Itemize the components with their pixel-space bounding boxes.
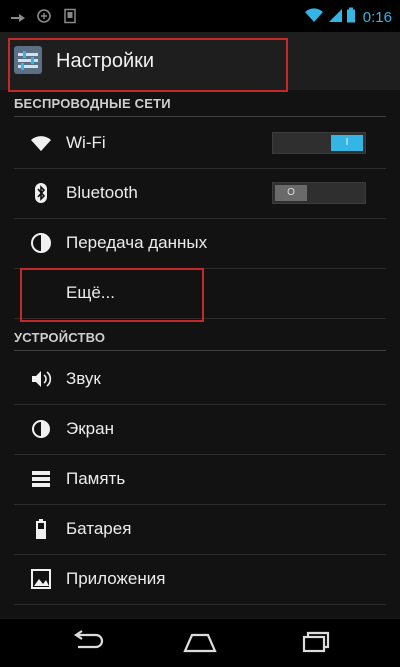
storage-label: Память xyxy=(66,469,126,488)
settings-item-storage[interactable]: Память xyxy=(14,454,386,505)
cell-signal-icon xyxy=(327,7,343,28)
battery-settings-icon xyxy=(30,518,52,540)
battery-label: Батарея xyxy=(66,519,132,538)
settings-item-more[interactable]: Ещё... xyxy=(14,268,386,319)
bluetooth-toggle[interactable]: O xyxy=(272,182,366,204)
settings-app-icon[interactable] xyxy=(12,44,44,76)
bluetooth-icon xyxy=(30,182,52,204)
home-icon[interactable] xyxy=(175,627,225,659)
speaker-icon xyxy=(30,368,52,390)
data-usage-icon xyxy=(30,232,52,254)
clock: 0:16 xyxy=(362,9,392,26)
more-label: Ещё... xyxy=(66,283,115,302)
settings-screen: 0:16 Настройки БЕСПРОВОДНЫЕ СЕТИ Wi-Fi I… xyxy=(0,0,400,667)
back-icon[interactable] xyxy=(62,627,112,659)
settings-item-wifi[interactable]: Wi-Fi I xyxy=(14,118,386,169)
notification-icon xyxy=(10,8,26,24)
brightness-icon xyxy=(30,418,52,440)
battery-icon xyxy=(346,7,356,28)
storage-icon xyxy=(30,468,52,490)
wifi-icon xyxy=(30,132,52,154)
action-bar: Настройки xyxy=(0,32,400,90)
wifi-signal-icon xyxy=(304,7,324,28)
sound-label: Звук xyxy=(66,369,101,388)
android-debug-icon xyxy=(36,8,52,24)
wifi-label: Wi-Fi xyxy=(66,133,106,152)
wifi-toggle[interactable]: I xyxy=(272,132,366,154)
settings-item-sound[interactable]: Звук xyxy=(14,354,386,405)
data-usage-label: Передача данных xyxy=(66,233,208,252)
settings-item-data-usage[interactable]: Передача данных xyxy=(14,218,386,269)
section-header-device: УСТРОЙСТВО xyxy=(14,326,386,351)
screenshot-icon xyxy=(62,8,78,24)
settings-item-battery[interactable]: Батарея xyxy=(14,504,386,555)
settings-item-apps[interactable]: Приложения xyxy=(14,554,386,605)
apps-icon xyxy=(30,568,52,590)
section-header-wireless: БЕСПРОВОДНЫЕ СЕТИ xyxy=(14,92,386,117)
recent-apps-icon[interactable] xyxy=(290,627,340,659)
settings-item-display[interactable]: Экран xyxy=(14,404,386,455)
bluetooth-toggle-knob: O xyxy=(275,185,307,201)
status-bar: 0:16 xyxy=(0,0,400,32)
bluetooth-label: Bluetooth xyxy=(66,183,138,202)
apps-label: Приложения xyxy=(66,569,166,588)
settings-item-bluetooth[interactable]: Bluetooth O xyxy=(14,168,386,219)
display-label: Экран xyxy=(66,419,114,438)
navigation-bar xyxy=(0,618,400,667)
wifi-toggle-knob: I xyxy=(331,135,363,151)
page-title: Настройки xyxy=(56,50,155,72)
